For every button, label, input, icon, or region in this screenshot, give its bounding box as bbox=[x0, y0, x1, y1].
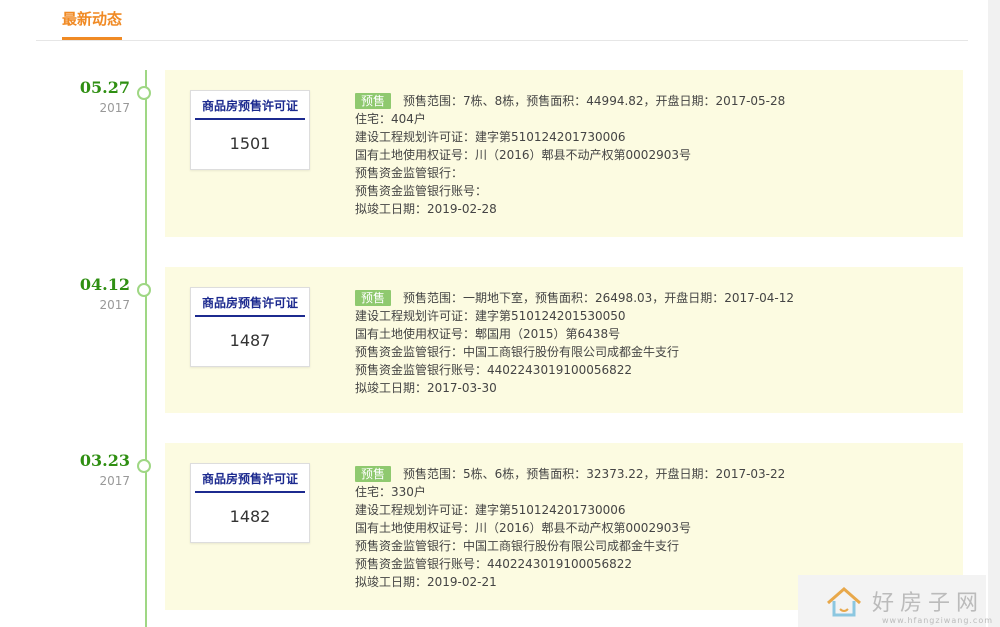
info-line: 预售资金监管银行： bbox=[355, 166, 464, 180]
info-line: 建设工程规划许可证：建字第510124201530050 bbox=[355, 309, 626, 323]
permit-title: 商品房预售许可证 bbox=[195, 470, 305, 493]
info-line: 建设工程规划许可证：建字第510124201730006 bbox=[355, 503, 626, 517]
presale-info: 预售 预售范围：5栋、6栋，预售面积：32373.22，开盘日期：2017-03-… bbox=[355, 465, 945, 591]
entry-date: 04.12 bbox=[79, 275, 130, 294]
info-line: 预售资金监管银行账号：4402243019100056822 bbox=[355, 557, 633, 571]
permit-certificate: 商品房预售许可证 1501 bbox=[190, 90, 310, 170]
permit-number: 1482 bbox=[229, 507, 271, 526]
info-line: 预售资金监管银行账号：4402243019100056822 bbox=[355, 363, 633, 377]
presale-badge: 预售 bbox=[355, 290, 392, 306]
permit-title: 商品房预售许可证 bbox=[195, 294, 305, 317]
watermark: 好房子网 www.hfangziwang.com bbox=[798, 575, 992, 627]
entry-date: 05.27 bbox=[79, 78, 130, 97]
timeline-line bbox=[145, 70, 147, 627]
info-line: 预售范围：5栋、6栋，预售面积：32373.22，开盘日期：2017-03-22 bbox=[403, 467, 786, 481]
watermark-url: www.hfangziwang.com bbox=[882, 616, 994, 625]
info-line: 拟竣工日期：2017-03-30 bbox=[355, 381, 497, 395]
permit-number: 1501 bbox=[229, 134, 271, 153]
house-logo-icon bbox=[827, 587, 861, 617]
timeline-dot bbox=[137, 283, 151, 297]
presale-info: 预售 预售范围：一期地下室，预售面积：26498.03，开盘日期：2017-04-… bbox=[355, 289, 945, 397]
presale-badge: 预售 bbox=[355, 93, 392, 109]
info-line: 建设工程规划许可证：建字第510124201730006 bbox=[355, 130, 626, 144]
info-line: 国有土地使用权证号：川（2016）郫县不动产权第0002903号 bbox=[355, 521, 691, 535]
permit-certificate: 商品房预售许可证 1487 bbox=[190, 287, 310, 367]
timeline-dot bbox=[137, 459, 151, 473]
info-line: 住宅：330户 bbox=[355, 485, 426, 499]
timeline-dot bbox=[137, 86, 151, 100]
info-line: 拟竣工日期：2019-02-28 bbox=[355, 202, 497, 216]
page-scroll-edge bbox=[988, 0, 1000, 627]
presale-card: 商品房预售许可证 1501 预售 预售范围：7栋、8栋，预售面积：44994.82… bbox=[165, 70, 963, 237]
info-line: 国有土地使用权证号：郫国用（2015）第6438号 bbox=[355, 327, 621, 341]
entry-year: 2017 bbox=[99, 298, 130, 312]
permit-number: 1487 bbox=[229, 331, 271, 350]
entry-date: 03.23 bbox=[79, 451, 130, 470]
info-line: 预售范围：7栋、8栋，预售面积：44994.82，开盘日期：2017-05-28 bbox=[403, 94, 786, 108]
info-line: 国有土地使用权证号：川（2016）郫县不动产权第0002903号 bbox=[355, 148, 691, 162]
info-line: 预售范围：一期地下室，预售面积：26498.03，开盘日期：2017-04-12 bbox=[403, 291, 795, 305]
tab-bar: 最新动态 bbox=[36, 0, 968, 41]
permit-title: 商品房预售许可证 bbox=[195, 97, 305, 120]
info-line: 预售资金监管银行账号： bbox=[355, 184, 488, 198]
entry-year: 2017 bbox=[99, 101, 130, 115]
tab-latest-news[interactable]: 最新动态 bbox=[62, 8, 123, 40]
info-line: 住宅：404户 bbox=[355, 112, 426, 126]
info-line: 预售资金监管银行：中国工商银行股份有限公司成都金牛支行 bbox=[355, 539, 680, 553]
presale-info: 预售 预售范围：7栋、8栋，预售面积：44994.82，开盘日期：2017-05-… bbox=[355, 92, 945, 218]
presale-card: 商品房预售许可证 1487 预售 预售范围：一期地下室，预售面积：26498.03… bbox=[165, 267, 963, 413]
entry-year: 2017 bbox=[99, 474, 130, 488]
watermark-text: 好房子网 bbox=[872, 591, 985, 616]
info-line: 预售资金监管银行：中国工商银行股份有限公司成都金牛支行 bbox=[355, 345, 680, 359]
presale-badge: 预售 bbox=[355, 466, 392, 482]
permit-certificate: 商品房预售许可证 1482 bbox=[190, 463, 310, 543]
